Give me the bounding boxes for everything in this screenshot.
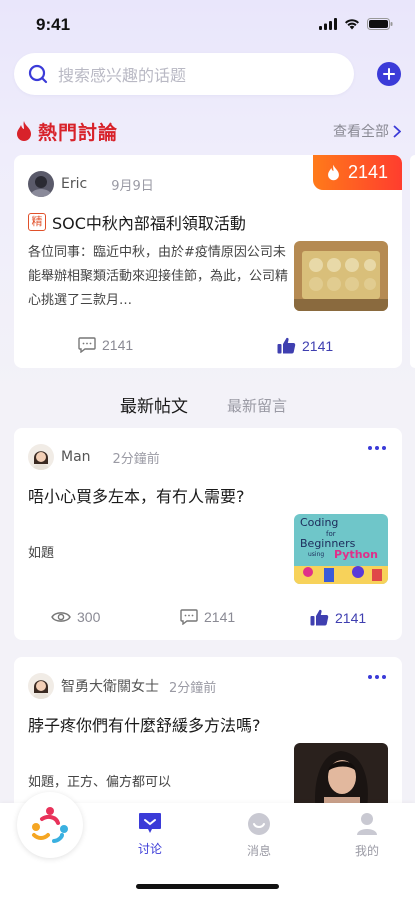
more-options-icon[interactable] <box>368 675 386 679</box>
list-item[interactable]: Man 2分鐘前 唔小心買多左本，有冇人需要? 如題 Coding for Be… <box>14 428 402 640</box>
post-date: 9月9日 <box>111 178 154 194</box>
comment-icon <box>180 609 198 625</box>
tab-mine-label: 我的 <box>354 844 379 858</box>
tab-latest-comments[interactable]: 最新留言 <box>227 395 287 416</box>
post-thumbnail[interactable] <box>294 241 388 311</box>
search-placeholder: 搜索感兴趣的话题 <box>58 66 187 85</box>
avatar[interactable] <box>28 171 54 197</box>
comment-count-value: 2141 <box>102 337 134 353</box>
eye-icon <box>51 612 71 622</box>
thumb-word-4: using <box>308 551 324 558</box>
post-title[interactable]: 精 SOC中秋內部福利領取活動 <box>28 210 246 234</box>
post-title[interactable]: 唔小心買多左本，有冇人需要? <box>28 483 245 507</box>
tab-latest-posts[interactable]: 最新帖文 <box>120 392 188 417</box>
next-hot-card-peek[interactable] <box>410 155 415 368</box>
battery-icon <box>367 18 393 30</box>
cellular-signal-icon <box>319 18 337 30</box>
author-name[interactable]: 智勇大衛關女士 <box>61 676 159 696</box>
author-name[interactable]: Man <box>61 449 91 465</box>
tab-messages-label: 消息 <box>246 844 271 858</box>
add-post-button[interactable] <box>377 62 401 86</box>
message-icon <box>248 813 270 835</box>
hot-section-header: 熱門討論 查看全部 <box>16 117 401 145</box>
comment-count[interactable]: 2141 <box>180 609 235 625</box>
view-count-value: 300 <box>77 609 101 625</box>
wifi-icon <box>345 19 359 30</box>
tab-mine[interactable]: 我的 <box>337 812 397 859</box>
author-row: Man 2分鐘前 <box>28 444 160 470</box>
user-icon <box>357 813 377 835</box>
tab-discuss[interactable]: 讨论 <box>120 812 180 857</box>
author-name[interactable]: Eric <box>61 176 87 192</box>
post-subtitle: 如題，正方、偏方都可以 <box>28 775 172 790</box>
thumb-word-5: Python <box>334 548 378 561</box>
flame-icon <box>328 164 339 181</box>
like-count[interactable]: 2141 <box>310 609 366 626</box>
post-subtitle: 如題 <box>28 546 55 561</box>
tab-messages[interactable]: 消息 <box>229 812 289 859</box>
search-input[interactable]: 搜索感兴趣的话题 <box>14 53 354 95</box>
status-icons <box>319 18 393 30</box>
see-all-label: 查看全部 <box>333 124 389 140</box>
post-title[interactable]: 脖子疼你們有什麼舒緩多方法嗎? <box>28 712 261 736</box>
more-options-icon[interactable] <box>368 446 386 450</box>
post-title-text: SOC中秋內部福利領取活動 <box>52 214 246 233</box>
post-time: 2分鐘前 <box>169 680 217 696</box>
list-item[interactable]: 智勇大衛關女士 2分鐘前 脖子疼你們有什麼舒緩多方法嗎? 如題，正方、偏方都可以 <box>14 657 402 817</box>
status-bar: 9:41 <box>0 0 415 50</box>
chat-bubble-icon <box>139 813 161 833</box>
chevron-right-icon <box>393 124 401 138</box>
feed-tabs: 最新帖文 最新留言 <box>0 392 415 418</box>
post-time: 2分鐘前 <box>112 451 160 467</box>
view-count: 300 <box>51 609 100 625</box>
status-time: 9:41 <box>36 15 71 34</box>
heat-badge: 2141 <box>313 155 402 190</box>
thumb-word-1: Coding <box>300 516 338 529</box>
comment-count-value: 2141 <box>204 609 236 625</box>
plus-icon <box>383 68 395 80</box>
home-indicator <box>136 884 279 889</box>
app-logo-button[interactable] <box>17 792 83 858</box>
see-all-link[interactable]: 查看全部 <box>333 121 401 141</box>
comment-count[interactable]: 2141 <box>78 337 133 353</box>
app-logo-icon <box>32 807 68 843</box>
comment-icon <box>78 337 96 353</box>
thumbs-up-icon <box>310 609 329 626</box>
featured-tag: 精 <box>28 213 46 231</box>
avatar[interactable] <box>28 673 54 699</box>
like-count-value: 2141 <box>335 609 367 626</box>
hot-section-title: 熱門討論 <box>38 121 119 144</box>
search-row: 搜索感兴趣的话题 <box>14 53 401 95</box>
heat-count: 2141 <box>347 162 389 182</box>
author-row: 智勇大衛關女士 2分鐘前 <box>28 673 216 699</box>
flame-icon <box>17 121 31 141</box>
tab-discuss-label: 讨论 <box>137 842 162 856</box>
post-excerpt: 各位同事：臨近中秋，由於#疫情原因公司未能舉辦相聚類活動來迎接佳節，為此，公司精… <box>28 245 289 308</box>
thumbs-up-icon <box>277 337 296 354</box>
post-thumbnail[interactable]: Coding for Beginners using Python <box>294 514 388 584</box>
search-icon <box>28 64 48 84</box>
author-row: Eric 9月9日 <box>28 171 154 197</box>
like-count-value: 2141 <box>302 337 334 354</box>
hot-post-card[interactable]: 2141 Eric 9月9日 精 SOC中秋內部福利領取活動 各位同事：臨近中秋… <box>14 155 402 368</box>
avatar[interactable] <box>28 444 54 470</box>
like-count[interactable]: 2141 <box>277 337 333 354</box>
